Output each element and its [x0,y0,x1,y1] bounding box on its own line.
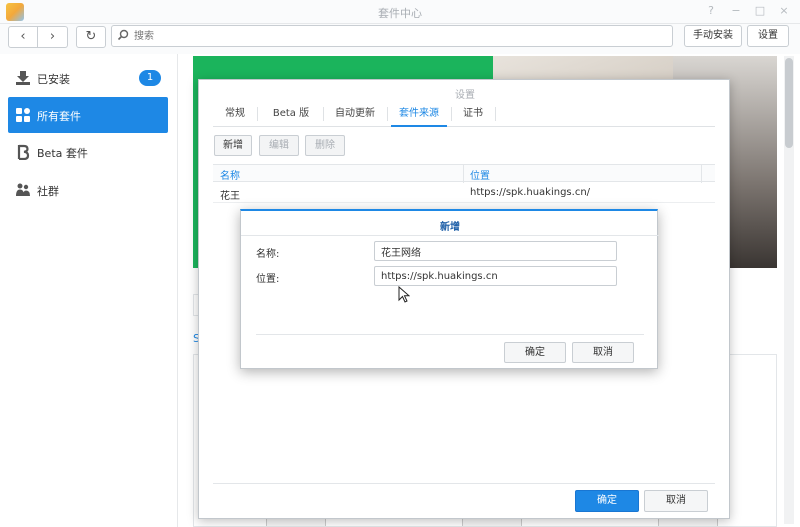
help-icon[interactable]: ? [704,4,718,18]
tab-auto-update[interactable]: 自动更新 [327,101,383,127]
tab-divider [257,107,258,121]
name-field[interactable] [374,241,617,261]
dialog-title: 新增 [440,222,460,233]
add-ok-button[interactable]: 确定 [504,342,566,363]
sidebar-item-label: 所有套件 [37,110,81,123]
settings-tabs: 常规 Beta 版 自动更新 套件来源 证书 [213,101,715,127]
add-source-dialog: 新增 名称: 位置: 确定 取消 [240,209,659,369]
sidebar-item-beta[interactable]: Beta 套件 [8,134,168,170]
source-name-cell: 花王 [220,191,240,202]
location-label: 位置: [256,274,280,285]
community-icon [16,183,30,196]
source-location-cell: https://spk.huakings.cn/ [470,187,591,198]
settings-ok-button[interactable]: 确定 [575,490,639,512]
title-bar: 套件中心 ? − □ × [0,0,800,24]
tab-divider [387,107,388,121]
table-header: 名称 位置 [213,164,715,183]
scrollbar-thumb[interactable] [785,58,793,148]
refresh-button[interactable]: ↻ [76,26,106,48]
tab-general[interactable]: 常规 [217,101,253,127]
maximize-icon[interactable]: □ [753,4,767,18]
download-icon [16,71,30,85]
name-label: 名称: [256,249,280,260]
settings-button[interactable]: 设置 [747,25,789,47]
sidebar-item-label: 已安装 [37,73,70,86]
sidebar-item-all-packages[interactable]: 所有套件 [8,97,168,133]
column-divider [463,165,464,183]
tab-beta[interactable]: Beta 版 [263,101,319,127]
search-icon [117,29,129,41]
sidebar: 已安装 1 所有套件 Beta 套件 社群 [0,54,178,527]
search-box[interactable] [111,25,673,47]
back-button[interactable]: ‹ [8,26,38,48]
minimize-icon[interactable]: − [729,4,743,18]
add-cancel-button[interactable]: 取消 [572,342,634,363]
tab-divider [495,107,496,121]
sidebar-item-label: Beta 套件 [37,147,88,160]
tab-certificate[interactable]: 证书 [457,101,489,127]
table-row[interactable]: 花王 https://spk.huakings.cn/ [213,183,715,203]
mouse-cursor-icon [398,286,410,303]
delete-source-button[interactable]: 删除 [305,135,345,156]
search-input[interactable] [134,28,664,44]
dialog-divider [256,334,644,335]
window-title: 套件中心 [378,7,422,20]
forward-button[interactable]: › [38,26,68,48]
dialog-divider [213,483,715,484]
sidebar-item-community[interactable]: 社群 [8,172,168,208]
installed-count-badge: 1 [139,70,161,86]
column-header-location[interactable]: 位置 [470,167,490,182]
edit-source-button[interactable]: 编辑 [259,135,299,156]
dialog-divider [241,235,659,236]
tab-divider [451,107,452,121]
add-source-button[interactable]: 新增 [214,135,252,156]
tab-divider [323,107,324,121]
column-divider [701,165,702,183]
sidebar-item-installed[interactable]: 已安装 1 [8,60,168,96]
sidebar-item-label: 社群 [37,185,59,198]
beta-icon [17,144,30,160]
settings-cancel-button[interactable]: 取消 [644,490,708,512]
manual-install-button[interactable]: 手动安装 [684,25,742,47]
toolbar: ‹ › ↻ 手动安装 设置 [0,24,800,54]
dialog-title: 设置 [455,90,475,101]
grid-icon [16,108,30,122]
close-icon[interactable]: × [777,4,791,18]
tab-package-sources[interactable]: 套件来源 [391,101,447,127]
location-field[interactable] [374,266,617,286]
column-header-name[interactable]: 名称 [220,167,240,182]
